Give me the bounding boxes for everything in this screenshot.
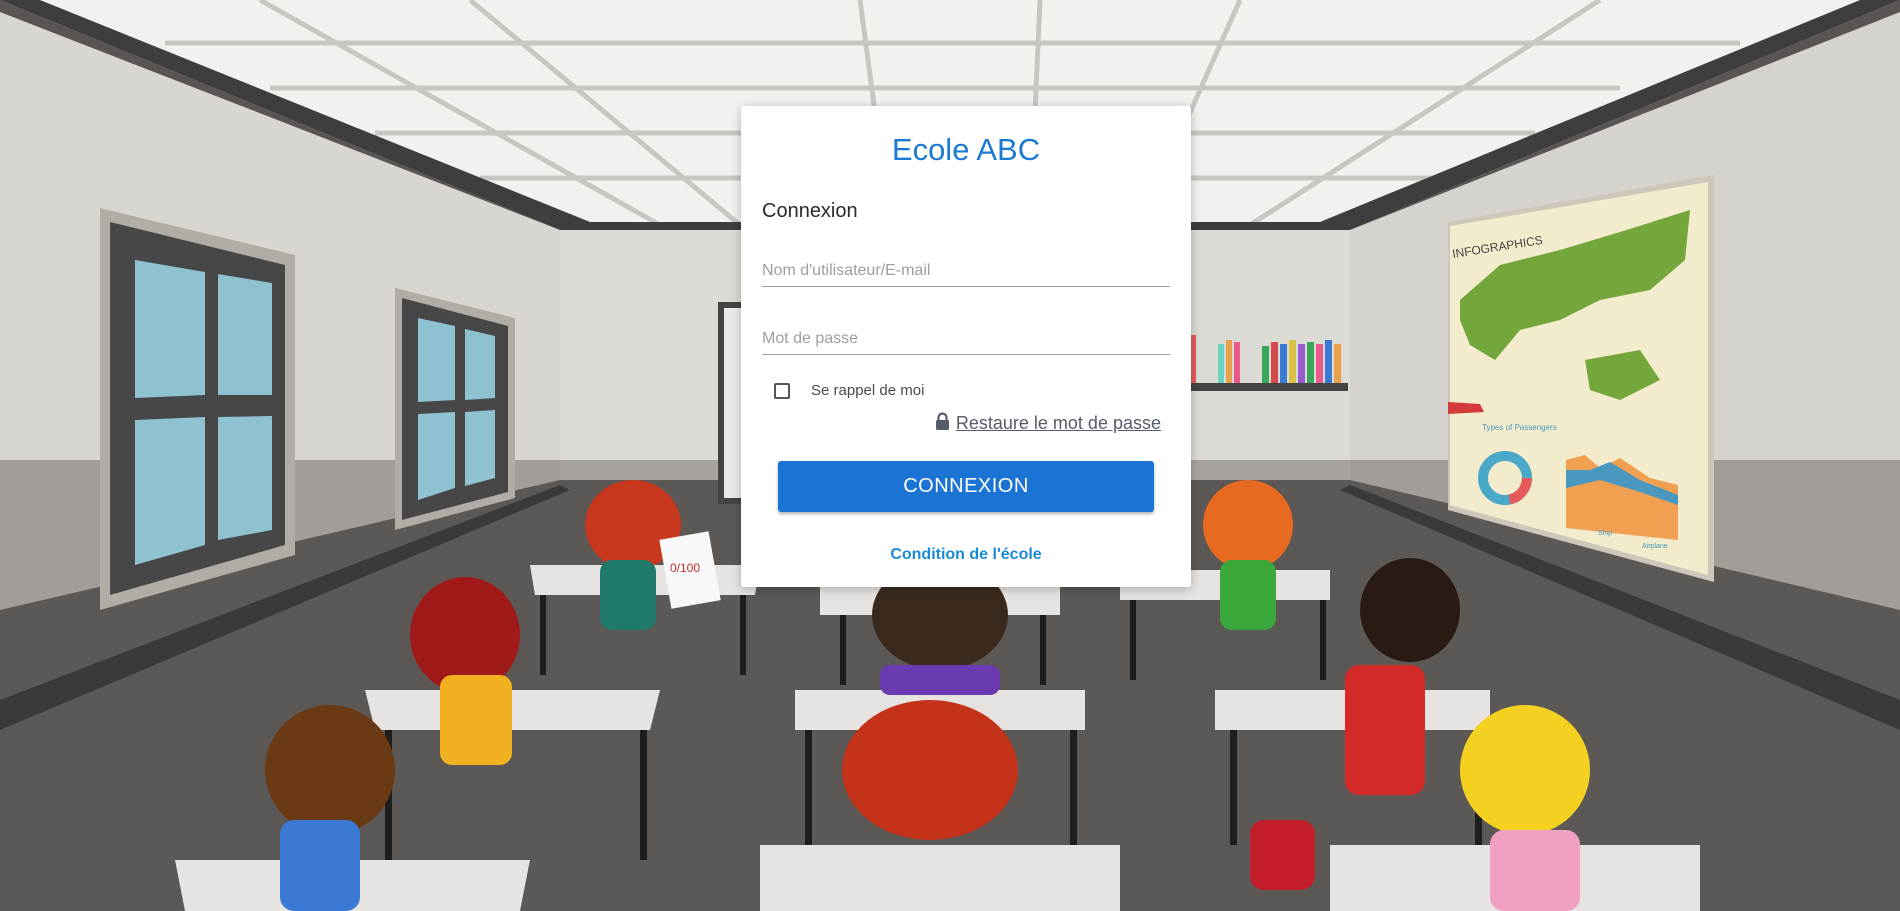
- poster-legend-ship: Ship: [1598, 530, 1612, 537]
- remember-me-label: Se rappel de moi: [811, 382, 925, 399]
- login-button[interactable]: CONNEXION: [778, 461, 1154, 512]
- school-terms-link[interactable]: Condition de l'école: [741, 546, 1191, 564]
- restore-password-label[interactable]: Restaure le mot de passe: [956, 413, 1161, 434]
- poster-legend-airplane: Airplane: [1642, 543, 1668, 550]
- restore-password-link[interactable]: Restaure le mot de passe: [935, 412, 1161, 435]
- lock-icon: [935, 412, 950, 435]
- school-title: Ecole ABC: [891, 132, 1041, 167]
- exam-grade: 0/100: [670, 561, 700, 575]
- username-input[interactable]: [762, 256, 1170, 287]
- remember-me-checkbox[interactable]: Se rappel de moi: [774, 382, 924, 399]
- password-input[interactable]: [762, 324, 1170, 355]
- login-heading: Connexion: [762, 200, 858, 222]
- checkbox-box[interactable]: [774, 382, 790, 399]
- login-card: Ecole ABC Connexion Se rappel de moi Res…: [741, 106, 1191, 587]
- poster-chart-label: Types of Passengers: [1482, 423, 1557, 432]
